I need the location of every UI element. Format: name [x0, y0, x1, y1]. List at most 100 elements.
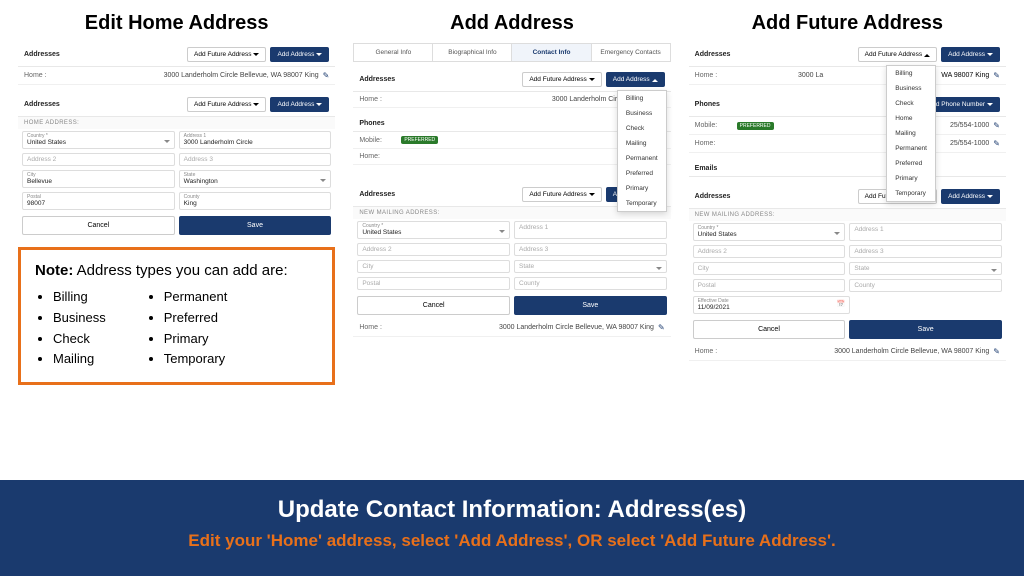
- sec-title: Addresses: [695, 193, 731, 200]
- cancel-button[interactable]: Cancel: [22, 216, 175, 235]
- dd-item[interactable]: Mailing: [618, 136, 666, 151]
- dd-item[interactable]: Permanent: [618, 151, 666, 166]
- note-list-left: BillingBusinessCheckMailing: [35, 287, 106, 370]
- row-label-mobile: Mobile:: [695, 122, 733, 129]
- note-heading: Note:: [35, 262, 73, 279]
- add-address-button[interactable]: Add Address: [270, 47, 329, 62]
- footer: Update Contact Information: Address(es) …: [0, 480, 1024, 576]
- effective-date-field[interactable]: Effective Date11/09/2021: [693, 296, 851, 314]
- footer-title: Update Contact Information: Address(es): [40, 496, 984, 524]
- add-address-button[interactable]: Add Address: [941, 47, 1000, 62]
- row-label-home: Home :: [359, 96, 397, 103]
- county-field[interactable]: CountyKing: [179, 192, 332, 210]
- save-button[interactable]: Save: [179, 216, 332, 235]
- country-field[interactable]: Country *United States: [693, 223, 846, 241]
- dd-item[interactable]: Check: [618, 121, 666, 136]
- row-label-mobile: Mobile:: [359, 137, 397, 144]
- row-label-home: Home :: [695, 348, 733, 355]
- address2-field[interactable]: Address 2: [693, 245, 846, 258]
- sec-title: Addresses: [359, 191, 395, 198]
- addresses-sec: Addresses Add Future Address Add Address…: [353, 68, 670, 108]
- address3-field[interactable]: Address 3: [179, 153, 332, 166]
- edit-icon[interactable]: ✎: [323, 71, 330, 80]
- home-address-text: 3000 Landerholm Circle Bellevue, WA 9800…: [737, 348, 990, 355]
- address2-field[interactable]: Address 2: [22, 153, 175, 166]
- future-type-dropdown: Billing Business Check Home Mailing Perm…: [886, 65, 936, 202]
- add-address-button[interactable]: Add Address: [941, 189, 1000, 204]
- state-field[interactable]: State: [514, 260, 667, 273]
- row-label-home: Home :: [695, 72, 733, 79]
- dd-item[interactable]: Home: [887, 111, 935, 126]
- phones-sec: Phones Add Phone Number Mobile: PREFERRE…: [689, 93, 1006, 153]
- dd-item[interactable]: Primary: [618, 181, 666, 196]
- edit-icon[interactable]: ✎: [993, 71, 1000, 80]
- address1-field[interactable]: Address 1: [514, 221, 667, 239]
- tab-contact[interactable]: Contact Info: [512, 44, 591, 61]
- add-future-button[interactable]: Add Future Address: [187, 47, 266, 62]
- row-label-homeph: Home:: [359, 153, 397, 160]
- edit-icon[interactable]: ✎: [993, 121, 1000, 130]
- dd-item[interactable]: Temporary: [618, 196, 666, 211]
- edit-icon[interactable]: ✎: [993, 139, 1000, 148]
- address1-field[interactable]: Address 1: [849, 223, 1002, 241]
- state-field[interactable]: StateWashington: [179, 170, 332, 188]
- edit-icon[interactable]: ✎: [658, 323, 665, 332]
- dd-item[interactable]: Primary: [887, 171, 935, 186]
- address3-field[interactable]: Address 3: [514, 243, 667, 256]
- postal-field[interactable]: Postal: [357, 277, 510, 290]
- footer-sub: Edit your 'Home' address, select 'Add Ad…: [40, 530, 984, 552]
- address2-field[interactable]: Address 2: [357, 243, 510, 256]
- county-field[interactable]: County: [514, 277, 667, 290]
- tab-emergency[interactable]: Emergency Contacts: [592, 44, 670, 61]
- dd-item[interactable]: Billing: [618, 91, 666, 106]
- county-field[interactable]: County: [849, 279, 1002, 292]
- address3-field[interactable]: Address 3: [849, 245, 1002, 258]
- cancel-button[interactable]: Cancel: [357, 296, 510, 315]
- address-type-dropdown: Billing Business Check Mailing Permanent…: [617, 90, 667, 212]
- new-mailing-future: Addresses Add Future Address Add Address…: [689, 185, 1006, 361]
- note-box: Note: Address types you can add are: Bil…: [18, 247, 335, 385]
- dd-item[interactable]: Check: [887, 96, 935, 111]
- dd-item[interactable]: Billing: [887, 66, 935, 81]
- add-future-button[interactable]: Add Future Address: [522, 187, 601, 202]
- postal-field[interactable]: Postal: [693, 279, 846, 292]
- home-address-trunc: 3000 La: [737, 72, 824, 79]
- dd-item[interactable]: Permanent: [887, 141, 935, 156]
- dd-item[interactable]: Mailing: [887, 126, 935, 141]
- city-field[interactable]: City: [357, 260, 510, 273]
- cancel-button[interactable]: Cancel: [693, 320, 846, 339]
- state-field[interactable]: State: [849, 262, 1002, 275]
- sec-title: Phones: [359, 120, 384, 127]
- city-field[interactable]: CityBellevue: [22, 170, 175, 188]
- dd-item[interactable]: Preferred: [618, 166, 666, 181]
- preferred-badge: PREFERRED: [737, 122, 774, 130]
- country-field[interactable]: Country *United States: [357, 221, 510, 239]
- dd-item[interactable]: Business: [618, 106, 666, 121]
- home-address-text: 3000 Landerholm Circle Bellevue, WA 9800…: [66, 72, 319, 79]
- add-address-button-open[interactable]: Add Address: [606, 72, 665, 87]
- note-list-right: PermanentPreferredPrimaryTemporary: [146, 287, 228, 370]
- save-button[interactable]: Save: [514, 296, 667, 315]
- preferred-badge: PREFERRED: [401, 136, 438, 144]
- row-label-home: Home :: [359, 324, 397, 331]
- tab-general[interactable]: General Info: [354, 44, 433, 61]
- row-label-home: Home :: [24, 72, 62, 79]
- add-future-button-open[interactable]: Add Future Address: [858, 47, 937, 62]
- add-future-button[interactable]: Add Future Address: [187, 97, 266, 112]
- edit-icon[interactable]: ✎: [993, 347, 1000, 356]
- address1-field[interactable]: Address 13000 Landerholm Circle: [179, 131, 332, 149]
- dd-item[interactable]: Preferred: [887, 156, 935, 171]
- dd-item[interactable]: Temporary: [887, 186, 935, 201]
- save-button[interactable]: Save: [849, 320, 1002, 339]
- addresses-sec-dd: Addresses Add Future Address Add Address…: [689, 43, 1006, 85]
- add-future-button[interactable]: Add Future Address: [522, 72, 601, 87]
- sec-title: Phones: [695, 101, 720, 108]
- sec-title: Emails: [695, 165, 718, 172]
- dd-item[interactable]: Business: [887, 81, 935, 96]
- city-field[interactable]: City: [693, 262, 846, 275]
- phone-full: 25/554-1000: [778, 122, 990, 129]
- country-field[interactable]: Country *United States: [22, 131, 175, 149]
- tab-bio[interactable]: Biographical Info: [433, 44, 512, 61]
- postal-field[interactable]: Postal98007: [22, 192, 175, 210]
- add-address-button[interactable]: Add Address: [270, 97, 329, 112]
